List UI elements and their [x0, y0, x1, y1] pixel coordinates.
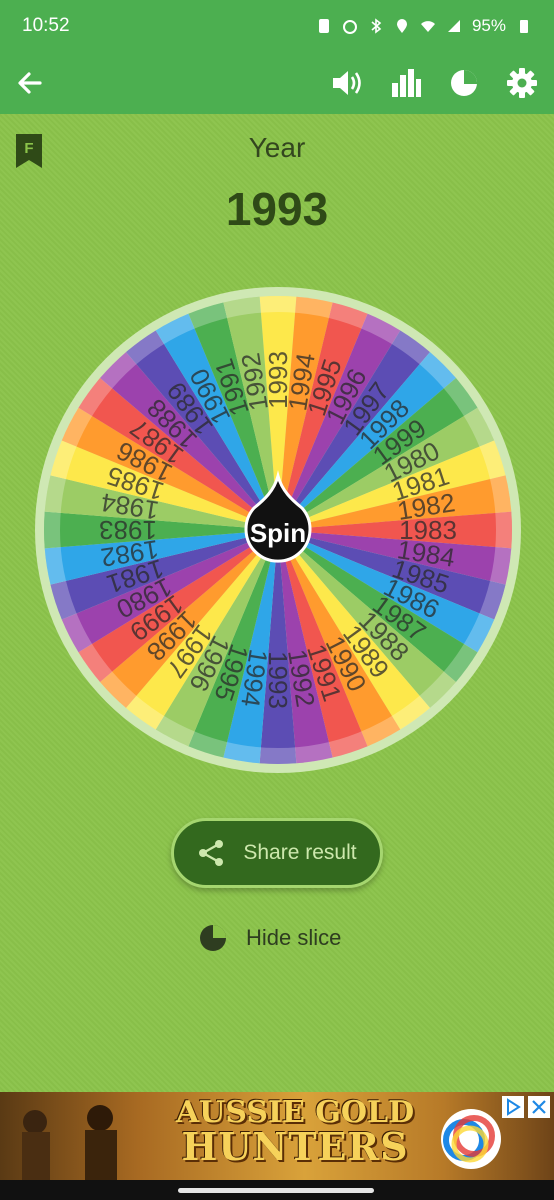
- battery-percent: 95%: [471, 16, 506, 35]
- system-nav-bar: [0, 1180, 554, 1200]
- volume-icon: [333, 71, 361, 95]
- spin-label: Spin: [250, 518, 306, 548]
- arrow-left-icon: [18, 72, 42, 94]
- status-time: 10:52: [22, 15, 70, 36]
- pie-icon: [200, 925, 226, 951]
- ad-figures-image: [22, 1105, 117, 1180]
- spin-result: 1993: [225, 183, 329, 235]
- sound-button[interactable]: [330, 65, 366, 101]
- settings-button[interactable]: [504, 65, 540, 101]
- close-icon[interactable]: [528, 1096, 550, 1118]
- back-button[interactable]: [12, 65, 48, 101]
- ad-line2: HUNTERS: [181, 1124, 409, 1169]
- spinner-wheel[interactable]: 1993 1994 1995 1996 1997 1998 1999 1980 1981 1982…: [34, 286, 522, 774]
- share-result-button[interactable]: Share result: [171, 818, 383, 888]
- ad-banner[interactable]: AUSSIE GOLD HUNTERS: [0, 1092, 554, 1180]
- wheel-svg[interactable]: 1993199419951996199719981999198019811982…: [34, 286, 522, 774]
- wifi-icon: [420, 21, 435, 32]
- home-handle[interactable]: [178, 1188, 374, 1193]
- hide-slice-button[interactable]: Hide slice: [198, 920, 341, 956]
- gear-icon: [507, 68, 537, 98]
- pie-icon: [451, 70, 477, 96]
- main-content: F Year 1993 1993 1994 1995 1996 1997 1998 1999…: [0, 114, 554, 1092]
- ad-title: AUSSIE GOLD HUNTERS: [150, 1098, 440, 1166]
- sim-icon: [318, 19, 329, 33]
- hide-slice-label: Hide slice: [246, 925, 342, 950]
- wheel-title: Year: [248, 132, 306, 163]
- share-icon: [199, 840, 224, 866]
- share-result-label: Share result: [243, 841, 357, 864]
- ad-choices-icon[interactable]: [502, 1096, 524, 1118]
- ad-logo-icon: [441, 1109, 501, 1169]
- app-bar-actions: [330, 65, 540, 101]
- signal-icon: [447, 20, 460, 32]
- status-bar: 10:52 95%: [0, 0, 554, 52]
- slices-button[interactable]: [446, 65, 482, 101]
- stats-button[interactable]: [388, 65, 424, 101]
- status-icons: 95%: [316, 16, 532, 36]
- app-bar: [0, 52, 554, 114]
- bluetooth-icon: [371, 18, 382, 34]
- battery-icon: [520, 20, 528, 33]
- alarm-icon: [342, 20, 357, 34]
- location-icon: [396, 19, 407, 33]
- stats-icon: [392, 69, 421, 97]
